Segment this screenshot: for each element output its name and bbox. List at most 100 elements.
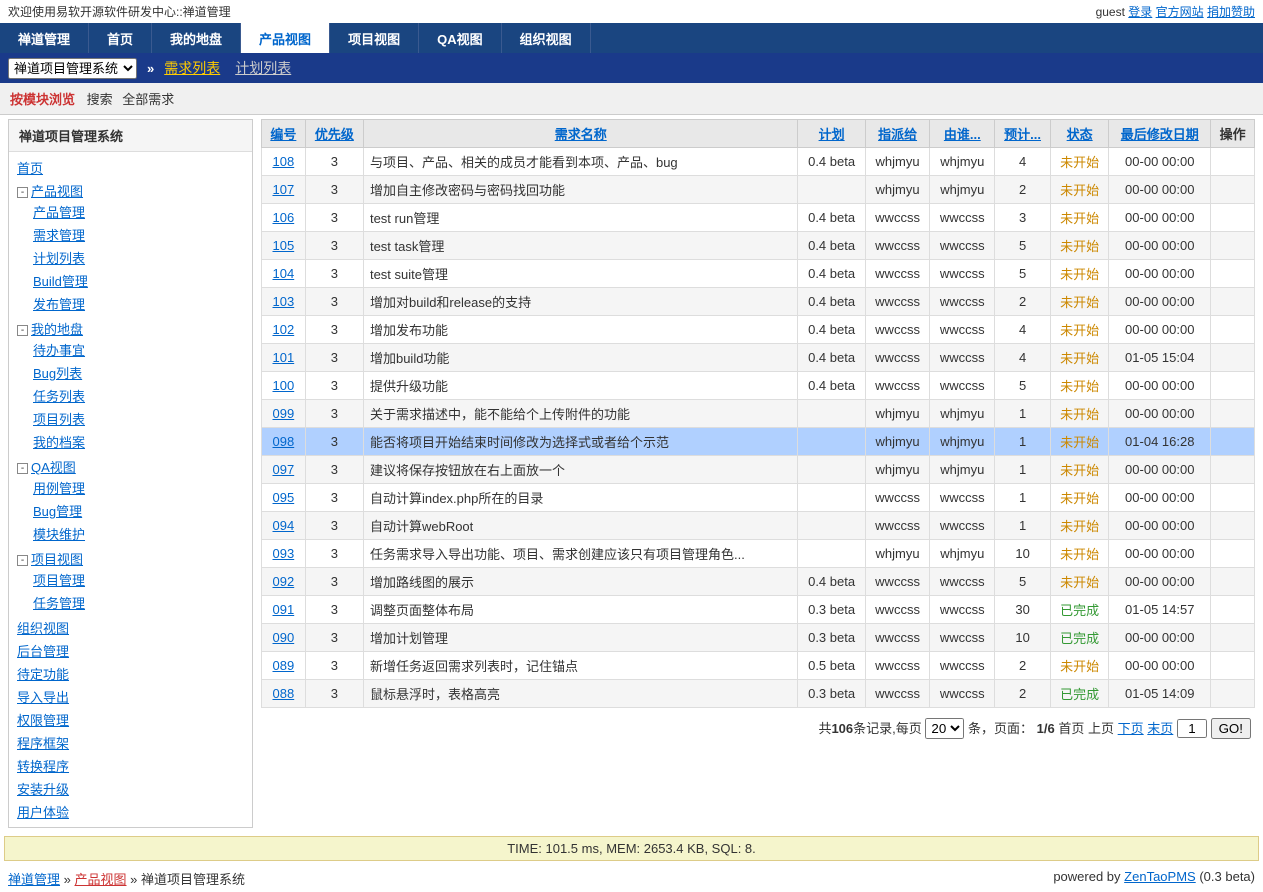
tree-node[interactable]: 后台管理	[17, 644, 69, 659]
tree-leaf[interactable]: 我的档案	[33, 435, 85, 450]
tree-leaf[interactable]: Bug列表	[33, 366, 82, 381]
story-id-link[interactable]: 107	[273, 182, 295, 197]
table-row[interactable]: 0933任务需求导入导出功能、项目、需求创建应该只有项目管理角色...whjmy…	[262, 540, 1255, 568]
tree-node[interactable]: 程序框架	[17, 736, 69, 751]
tree-leaf[interactable]: 发布管理	[33, 297, 85, 312]
tree-leaf[interactable]: Build管理	[33, 274, 88, 289]
tree-node[interactable]: 导入导出	[17, 690, 69, 705]
story-id-link[interactable]: 093	[273, 546, 295, 561]
tree-leaf[interactable]: 项目管理	[33, 573, 85, 588]
story-id-link[interactable]: 095	[273, 490, 295, 505]
tree-toggle-icon[interactable]: -	[17, 187, 28, 198]
pager-perpage[interactable]: 20	[925, 718, 964, 739]
tree-leaf[interactable]: 任务管理	[33, 596, 85, 611]
tab-5[interactable]: QA视图	[419, 23, 502, 53]
story-id-link[interactable]: 099	[273, 406, 295, 421]
tree-node[interactable]: 权限管理	[17, 713, 69, 728]
col-header[interactable]: 指派给	[878, 127, 917, 142]
table-row[interactable]: 1083与项目、产品、相关的成员才能看到本项、产品、bug0.4 betawhj…	[262, 148, 1255, 176]
story-id-link[interactable]: 105	[273, 238, 295, 253]
story-id-link[interactable]: 092	[273, 574, 295, 589]
story-id-link[interactable]: 104	[273, 266, 295, 281]
tree-leaf[interactable]: 用例管理	[33, 481, 85, 496]
tree-node[interactable]: 首页	[17, 161, 43, 176]
table-row[interactable]: 0923增加路线图的展示0.4 betawwccsswwccss5未开始00-0…	[262, 568, 1255, 596]
story-id-link[interactable]: 094	[273, 518, 295, 533]
table-row[interactable]: 0973建议将保存按钮放在右上面放一个whjmyuwhjmyu1未开始00-00…	[262, 456, 1255, 484]
subnav-plan-list[interactable]: 计划列表	[235, 58, 291, 78]
table-row[interactable]: 0953自动计算index.php所在的目录wwccsswwccss1未开始00…	[262, 484, 1255, 512]
table-row[interactable]: 1033增加对build和release的支持0.4 betawwccsswwc…	[262, 288, 1255, 316]
tree-leaf[interactable]: 产品管理	[33, 205, 85, 220]
col-header[interactable]: 状态	[1067, 127, 1093, 142]
table-row[interactable]: 1043test suite管理0.4 betawwccsswwccss5未开始…	[262, 260, 1255, 288]
pager-input[interactable]	[1177, 719, 1207, 738]
table-row[interactable]: 0883鼠标悬浮时，表格高亮0.3 betawwccsswwccss2已完成01…	[262, 680, 1255, 708]
story-id-link[interactable]: 097	[273, 462, 295, 477]
table-row[interactable]: 0983能否将项目开始结束时间修改为选择式或者给个示范whjmyuwhjmyu1…	[262, 428, 1255, 456]
tab-6[interactable]: 组织视图	[502, 23, 591, 53]
story-id-link[interactable]: 090	[273, 630, 295, 645]
table-row[interactable]: 1023增加发布功能0.4 betawwccsswwccss4未开始00-00 …	[262, 316, 1255, 344]
crumb-product[interactable]: 产品视图	[75, 872, 127, 887]
tree-leaf[interactable]: Bug管理	[33, 504, 82, 519]
table-row[interactable]: 1003提供升级功能0.4 betawwccsswwccss5未开始00-00 …	[262, 372, 1255, 400]
tree-leaf[interactable]: 待办事宜	[33, 343, 85, 358]
col-header[interactable]: 预计...	[1004, 127, 1041, 142]
tree-toggle-icon[interactable]: -	[17, 555, 28, 566]
tab-3[interactable]: 产品视图	[241, 23, 330, 53]
table-row[interactable]: 0943自动计算webRootwwccsswwccss1未开始00-00 00:…	[262, 512, 1255, 540]
table-row[interactable]: 0993关于需求描述中，能不能给个上传附件的功能whjmyuwhjmyu1未开始…	[262, 400, 1255, 428]
filter-all[interactable]: 全部需求	[122, 92, 174, 107]
tree-leaf[interactable]: 模块维护	[33, 527, 85, 542]
tree-toggle-icon[interactable]: -	[17, 463, 28, 474]
tree-leaf[interactable]: 需求管理	[33, 228, 85, 243]
tree-node[interactable]: 用户体验	[17, 805, 69, 820]
col-header[interactable]: 最后修改日期	[1121, 127, 1199, 142]
tree-leaf[interactable]: 项目列表	[33, 412, 85, 427]
story-id-link[interactable]: 088	[273, 686, 295, 701]
tree-node[interactable]: QA视图	[31, 460, 76, 475]
table-row[interactable]: 0893新增任务返回需求列表时，记住锚点0.5 betawwccsswwccss…	[262, 652, 1255, 680]
story-id-link[interactable]: 091	[273, 602, 295, 617]
donate-link[interactable]: 捐加赞助	[1207, 5, 1255, 19]
subnav-story-list[interactable]: 需求列表	[164, 58, 220, 78]
crumb-home[interactable]: 禅道管理	[8, 872, 60, 887]
tree-node[interactable]: 产品视图	[31, 184, 83, 199]
tree-node[interactable]: 转换程序	[17, 759, 69, 774]
login-link[interactable]: 登录	[1128, 5, 1152, 19]
tree-node[interactable]: 项目视图	[31, 552, 83, 567]
tree-leaf[interactable]: 计划列表	[33, 251, 85, 266]
tree-node[interactable]: 安装升级	[17, 782, 69, 797]
tab-0[interactable]: 禅道管理	[0, 23, 89, 53]
col-header[interactable]: 需求名称	[555, 127, 607, 142]
col-header[interactable]: 由谁...	[944, 127, 981, 142]
col-header[interactable]: 优先级	[315, 127, 354, 142]
tree-node[interactable]: 我的地盘	[31, 322, 83, 337]
story-id-link[interactable]: 102	[273, 322, 295, 337]
col-header[interactable]: 计划	[819, 127, 845, 142]
table-row[interactable]: 0913调整页面整体布局0.3 betawwccsswwccss30已完成01-…	[262, 596, 1255, 624]
product-select[interactable]: 禅道项目管理系统	[8, 58, 137, 79]
tab-1[interactable]: 首页	[89, 23, 152, 53]
story-id-link[interactable]: 100	[273, 378, 295, 393]
pager-next[interactable]: 下页	[1118, 721, 1144, 736]
table-row[interactable]: 1063test run管理0.4 betawwccsswwccss3未开始00…	[262, 204, 1255, 232]
official-link[interactable]: 官方网站	[1156, 5, 1204, 19]
story-id-link[interactable]: 108	[273, 154, 295, 169]
table-row[interactable]: 0903增加计划管理0.3 betawwccsswwccss10已完成00-00…	[262, 624, 1255, 652]
zentao-link[interactable]: ZenTaoPMS	[1124, 869, 1196, 884]
tree-leaf[interactable]: 任务列表	[33, 389, 85, 404]
story-id-link[interactable]: 103	[273, 294, 295, 309]
pager-go[interactable]: GO!	[1211, 718, 1251, 739]
tree-node[interactable]: 待定功能	[17, 667, 69, 682]
tab-2[interactable]: 我的地盘	[152, 23, 241, 53]
story-id-link[interactable]: 106	[273, 210, 295, 225]
table-row[interactable]: 1013增加build功能0.4 betawwccsswwccss4未开始01-…	[262, 344, 1255, 372]
table-row[interactable]: 1073增加自主修改密码与密码找回功能whjmyuwhjmyu2未开始00-00…	[262, 176, 1255, 204]
pager-last[interactable]: 末页	[1147, 721, 1173, 736]
table-row[interactable]: 1053test task管理0.4 betawwccsswwccss5未开始0…	[262, 232, 1255, 260]
filter-search[interactable]: 搜索	[87, 92, 113, 107]
tree-toggle-icon[interactable]: -	[17, 325, 28, 336]
tree-node[interactable]: 组织视图	[17, 621, 69, 636]
